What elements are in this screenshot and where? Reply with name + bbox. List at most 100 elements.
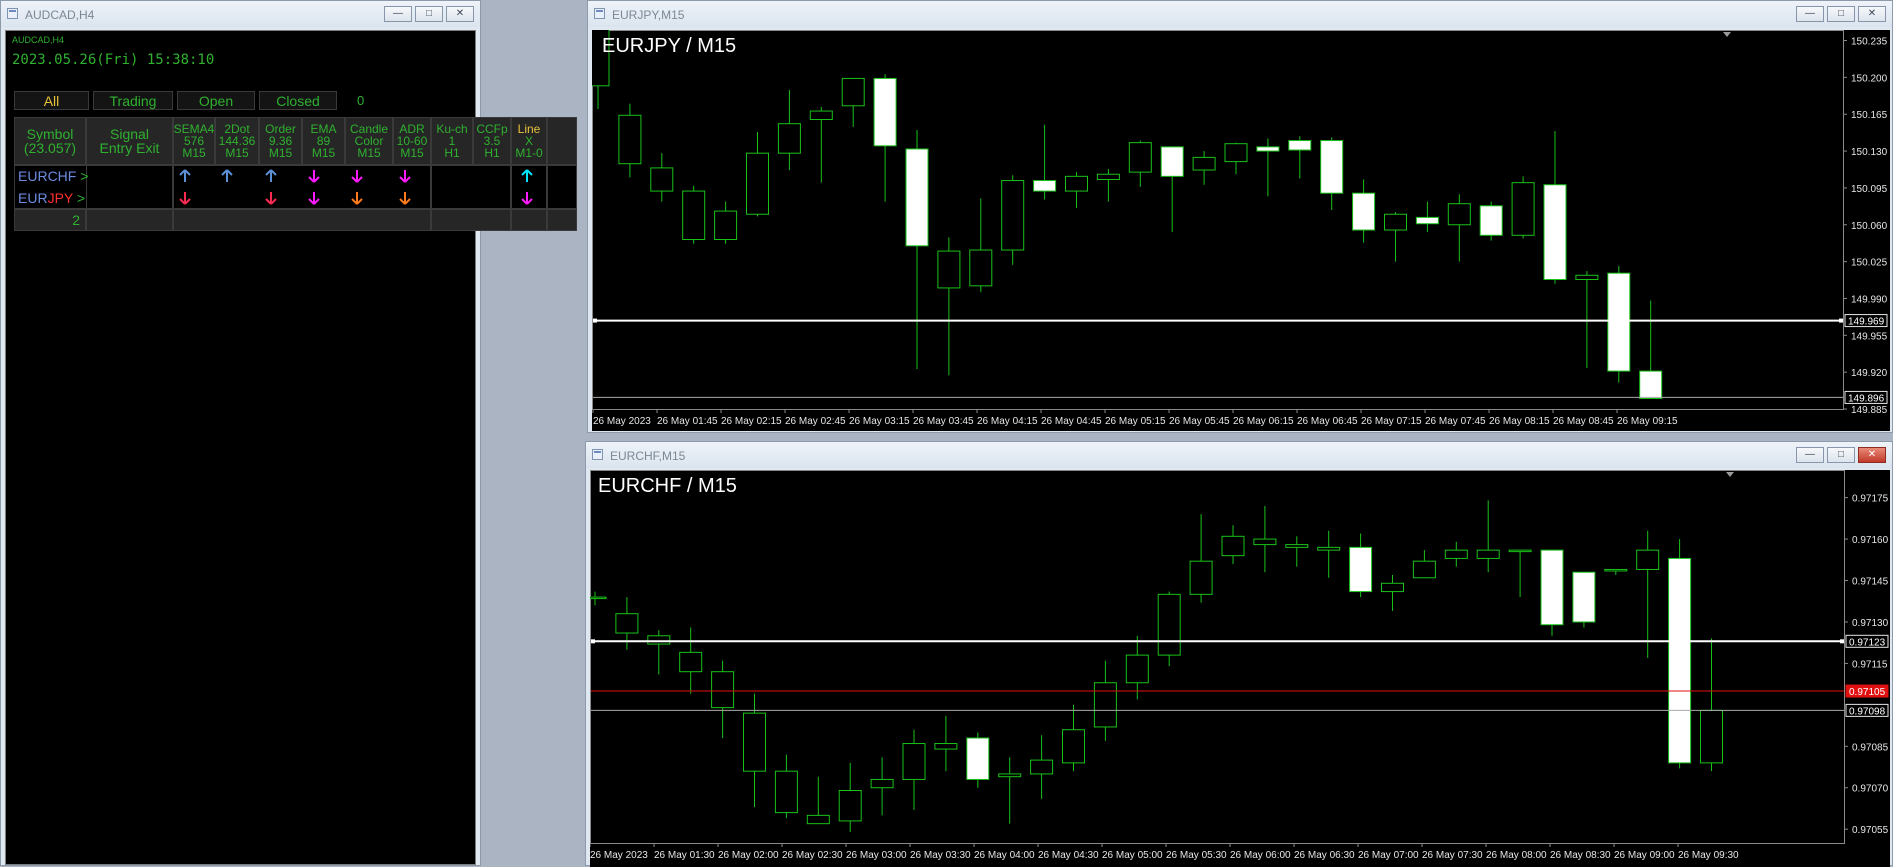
candle-body [937, 250, 961, 289]
candle-body [714, 210, 738, 241]
price-label: 149.896 [1848, 393, 1885, 404]
candle-body [1189, 560, 1213, 595]
arrow-down-icon [351, 192, 363, 205]
candle-body [1352, 192, 1376, 231]
panel-titlebar[interactable]: AUDCAD,H4 — □ ✕ [1, 1, 480, 27]
chart-title: EURCHF / M15 [598, 475, 737, 497]
y-tick-label: 149.990 [1851, 294, 1888, 305]
x-tick-label: 26 May 05:45 [1169, 416, 1230, 427]
col-header-text: Entry Exit [99, 140, 160, 156]
candle-body [1221, 535, 1245, 557]
x-tick-label: 26 May 01:45 [657, 416, 718, 427]
x-tick-label: 26 May 04:30 [1038, 850, 1099, 861]
arrow-up-icon [221, 169, 233, 182]
x-tick-label: 26 May 04:45 [1041, 416, 1102, 427]
y-tick-label: 150.200 [1851, 73, 1888, 84]
maximize-button[interactable]: □ [1827, 6, 1855, 22]
candle-body [838, 790, 862, 822]
price-line-handle [1840, 639, 1844, 644]
y-tick-label: 0.97085 [1852, 742, 1889, 753]
price-label: 149.969 [1848, 317, 1885, 328]
candle-body [1381, 582, 1404, 593]
row-symbol[interactable]: EURCHF > [18, 168, 88, 184]
price-line-handle [1839, 318, 1843, 323]
arrow-up-icon [179, 169, 191, 182]
maximize-button[interactable]: □ [415, 6, 443, 22]
col-header: Symbol (23.057) [14, 117, 86, 165]
candle-body [618, 114, 642, 165]
col-header: ADR 10-60 M15 [393, 117, 431, 165]
candle-body [743, 712, 766, 772]
y-tick-label: 0.97175 [1852, 494, 1889, 505]
row-symbol[interactable]: EURJPY > [18, 190, 85, 206]
arrow-down-icon [265, 192, 277, 205]
footer-divider [173, 209, 431, 231]
candle-body [1253, 538, 1277, 546]
y-tick-label: 150.130 [1851, 147, 1888, 158]
candle-body [1157, 593, 1181, 656]
col-header: Order 9.36 M15 [259, 117, 302, 165]
candle-body [1128, 142, 1152, 173]
candle-body [1543, 184, 1567, 281]
col-divider [86, 165, 173, 209]
candle-body [902, 743, 926, 780]
candle-body [1349, 546, 1373, 593]
candle-body [806, 814, 830, 825]
y-tick-label: 150.095 [1851, 184, 1888, 195]
tab-closed[interactable]: Closed [259, 91, 337, 110]
candle-body [1001, 180, 1025, 251]
eurjpy-chart[interactable]: 150.235 150.200 150.165 150.130 150.095 150.0… [592, 30, 1890, 431]
x-tick-label: 26 May 02:30 [782, 850, 843, 861]
x-tick-label: 26 May 04:15 [977, 416, 1038, 427]
chevron-right-icon: > [73, 190, 86, 206]
chart-window-icon [592, 449, 603, 460]
minimize-button[interactable]: — [1796, 6, 1824, 22]
candle-body [1540, 549, 1564, 626]
close-button[interactable]: ✕ [446, 6, 474, 22]
x-tick-label: 26 May 07:15 [1361, 416, 1422, 427]
candle-body [679, 651, 703, 673]
maximize-button[interactable]: □ [1827, 447, 1855, 463]
col-header-text: (23.057) [23, 140, 77, 156]
x-tick-label: 26 May 07:45 [1425, 416, 1486, 427]
x-tick-label: 26 May 02:15 [721, 416, 782, 427]
arrow-down-icon [179, 192, 191, 205]
candle-body [1476, 549, 1500, 559]
col-header-text: M15 [225, 146, 249, 160]
minimize-button[interactable]: — [1796, 447, 1824, 463]
price-label: 0.97105 [1849, 687, 1886, 698]
col-header-text: H1 [444, 146, 460, 160]
x-tick-label: 26 May 05:00 [1102, 850, 1163, 861]
tab-all[interactable]: All [14, 91, 89, 110]
candle-body [1093, 682, 1117, 728]
arrow-down-icon [308, 170, 320, 183]
arrow-down-icon [308, 192, 320, 205]
minimize-button[interactable]: — [384, 6, 412, 22]
panel-window-title: AUDCAD,H4 [25, 8, 95, 22]
price-label: 0.97098 [1849, 706, 1886, 717]
candle-body [1384, 213, 1407, 231]
tab-open[interactable]: Open [177, 91, 255, 110]
close-button[interactable]: ✕ [1858, 447, 1886, 463]
candle-body [998, 773, 1022, 778]
x-tick-label: 26 May 08:15 [1489, 416, 1550, 427]
x-tick-label: 26 May 06:30 [1294, 850, 1355, 861]
eurjpy-titlebar[interactable]: EURJPY,M15 — □ ✕ [588, 1, 1892, 27]
candle-body [1065, 175, 1088, 192]
candle-body [1224, 143, 1248, 163]
price-line-handle [593, 318, 597, 323]
arrow-down-icon [399, 192, 411, 205]
footer-divider [431, 209, 511, 231]
col-header-text: M15 [311, 146, 336, 160]
close-button[interactable]: ✕ [1858, 6, 1886, 22]
col-header: Line X M1-0 [511, 117, 547, 165]
y-tick-label: 0.97160 [1852, 535, 1889, 546]
eurchf-titlebar[interactable]: EURCHF,M15 — □ ✕ [586, 442, 1892, 468]
y-tick-label: 0.97115 [1852, 659, 1888, 670]
tab-trading[interactable]: Trading [93, 91, 173, 110]
eurchf-chart[interactable]: 0.97175 0.97160 0.97145 0.97130 0.97115 0.970… [590, 470, 1890, 867]
x-tick-label: 26 May 03:00 [846, 850, 907, 861]
tab-count: 0 [357, 93, 365, 108]
footer-divider [547, 209, 577, 231]
candle-body [1575, 274, 1599, 281]
